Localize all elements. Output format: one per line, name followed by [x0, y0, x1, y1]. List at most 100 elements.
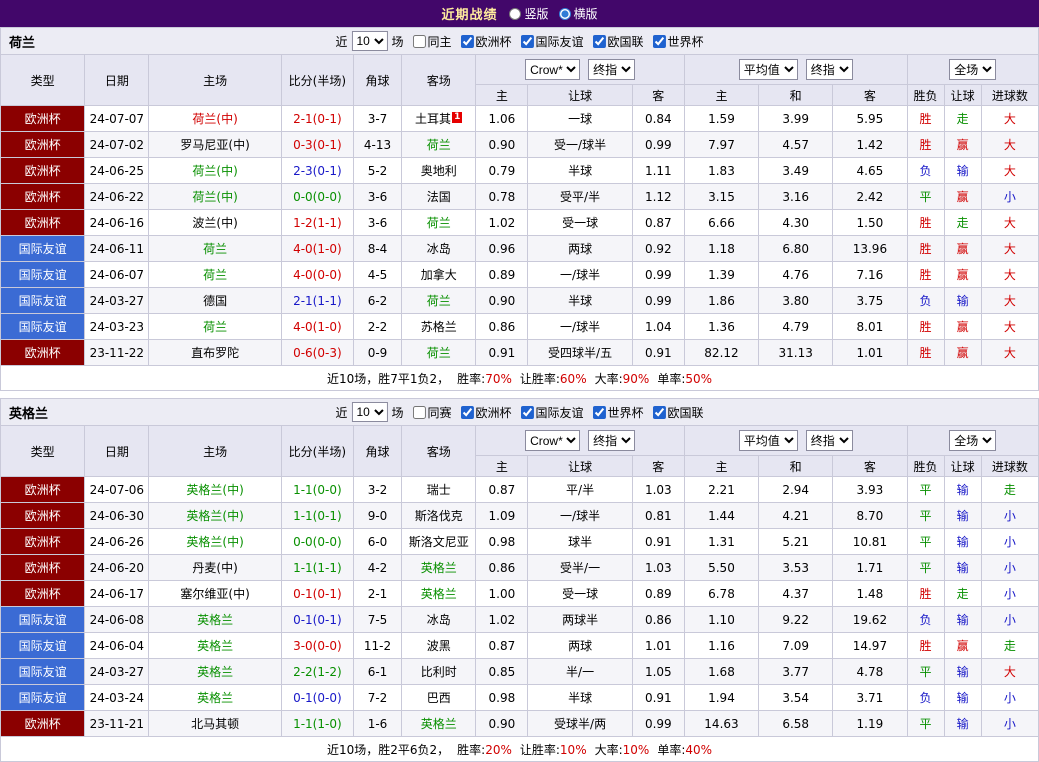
asia-home-odds-cell: 0.90 [475, 131, 529, 158]
euro-away-odds-cell: 8.70 [832, 502, 908, 529]
competition-cell: 欧洲杯 [0, 528, 86, 555]
league-filter[interactable]: 欧国联 [652, 404, 704, 421]
league-filter[interactable]: 国际友谊 [520, 404, 584, 421]
layout-radio-input[interactable] [509, 7, 522, 20]
goals-result-cell: 大 [980, 658, 1039, 685]
league-filter-checkbox[interactable] [592, 34, 606, 48]
col-header-score: 比分(半场) [280, 425, 354, 477]
layout-radio-horizontal[interactable]: 横版 [558, 5, 598, 22]
asia-handicap-cell: 半/一 [527, 658, 633, 685]
euro-away-odds-cell: 4.65 [832, 157, 908, 184]
euro-away-odds-cell: 7.16 [832, 261, 908, 288]
match-row: 欧洲杯 24-06-20 丹麦(中) 1-1(1-1) 4-2 英格兰 0.86 受半/一 1.… [0, 554, 1039, 581]
corners-cell: 6-1 [352, 658, 403, 685]
outcome-result-cell: 胜 [906, 339, 945, 366]
asia-period-select[interactable]: 终指 [588, 430, 636, 451]
competition-cell: 欧洲杯 [0, 209, 86, 236]
team-section: 英格兰近 10 场同赛 欧洲杯 国际友谊 世界杯 欧国联 类型 日期 主场 比分(半场) 角球 客场 Cr… [0, 398, 1039, 762]
stat-value: 20% [485, 742, 512, 757]
asia-away-odds-cell: 1.01 [631, 632, 685, 659]
col-header-asia-handicap: 让球 [527, 84, 633, 106]
asia-handicap-cell: 一/球半 [527, 261, 633, 288]
league-filter[interactable]: 欧洲杯 [460, 33, 512, 50]
date-cell: 24-06-22 [84, 183, 150, 210]
league-filter[interactable]: 世界杯 [652, 33, 704, 50]
asia-home-odds-cell: 0.85 [475, 658, 529, 685]
league-filter-checkbox[interactable] [652, 405, 666, 419]
away-team-cell: 荷兰 [401, 209, 477, 236]
handicap-result-cell: 输 [943, 476, 982, 503]
match-row: 欧洲杯 24-06-17 塞尔维亚(中) 0-1(0-1) 2-1 英格兰 1.00 受一球 0… [0, 580, 1039, 607]
asia-home-odds-cell: 0.87 [475, 632, 529, 659]
corners-cell: 1-6 [352, 710, 403, 737]
asia-away-odds-cell: 0.87 [631, 209, 685, 236]
euro-away-odds-cell: 1.50 [832, 209, 908, 236]
euro-away-odds-cell: 4.78 [832, 658, 908, 685]
asia-provider-select[interactable]: Crow* [525, 430, 581, 451]
date-cell: 24-06-16 [84, 209, 150, 236]
outcome-result-cell: 负 [906, 684, 945, 711]
scope-select[interactable]: 全场 [949, 59, 997, 80]
table-body: 欧洲杯 24-07-06 英格兰(中) 1-1(0-0) 3-2 瑞士 0.87 平/半 1.0… [0, 476, 1039, 737]
same-filter-checkbox[interactable] [412, 34, 426, 48]
corners-cell: 9-0 [352, 502, 403, 529]
league-filter-checkbox[interactable] [520, 405, 534, 419]
home-team-cell: 荷兰(中) [148, 105, 282, 132]
col-header-euro-draw: 和 [758, 455, 834, 477]
match-count-select[interactable]: 10 [351, 402, 388, 422]
league-filter-checkbox[interactable] [460, 34, 474, 48]
table-foot: 近10场，胜7平1负2， 胜率:70% 让胜率:60% 大率:90% 单率:50% [0, 365, 1039, 391]
euro-period-select[interactable]: 终指 [805, 59, 853, 80]
home-team-cell: 英格兰(中) [148, 476, 282, 503]
scope-select[interactable]: 全场 [949, 430, 997, 451]
col-header-asia-handicap: 让球 [527, 455, 633, 477]
same-filter[interactable]: 同赛 [412, 404, 451, 421]
away-team-cell: 冰岛 [401, 235, 477, 262]
home-team-cell: 德国 [148, 287, 282, 314]
same-filter-label: 同主 [427, 34, 452, 49]
match-count-select[interactable]: 10 [351, 31, 388, 51]
asia-away-odds-cell: 1.03 [631, 476, 685, 503]
asia-home-odds-cell: 0.78 [475, 183, 529, 210]
same-filter-checkbox[interactable] [412, 405, 426, 419]
score-cell: 2-1(1-1) [280, 287, 354, 314]
col-header-result-outcome: 胜负 [906, 455, 945, 477]
layout-radio-input[interactable] [558, 7, 571, 20]
home-team-cell: 北马其顿 [148, 710, 282, 737]
date-cell: 24-03-27 [84, 287, 150, 314]
same-filter[interactable]: 同主 [412, 33, 451, 50]
asia-away-odds-cell: 0.99 [631, 287, 685, 314]
match-row: 欧洲杯 24-07-07 荷兰(中) 2-1(0-1) 3-7 土耳其 1 1.06 一球 0.8… [0, 105, 1039, 132]
asia-handicap-cell: 受半/一 [527, 554, 633, 581]
asia-home-odds-cell: 0.90 [475, 710, 529, 737]
layout-radio-vertical[interactable]: 竖版 [509, 5, 549, 22]
scope-select-cell: 全场 [906, 54, 1039, 85]
away-team-cell: 法国 [401, 183, 477, 210]
stat-label: 单率: [657, 371, 686, 386]
asia-home-odds-cell: 1.06 [475, 105, 529, 132]
league-filter[interactable]: 国际友谊 [520, 33, 584, 50]
league-filter[interactable]: 欧洲杯 [460, 404, 512, 421]
euro-home-odds-cell: 6.78 [683, 580, 760, 607]
corners-cell: 7-5 [352, 606, 403, 633]
league-filter-checkbox[interactable] [460, 405, 474, 419]
asia-home-odds-cell: 1.09 [475, 502, 529, 529]
asia-provider-select[interactable]: Crow* [525, 59, 581, 80]
euro-draw-odds-cell: 4.30 [758, 209, 834, 236]
league-filter-checkbox[interactable] [592, 405, 606, 419]
euro-provider-select[interactable]: 平均值 [738, 430, 798, 451]
date-cell: 24-06-25 [84, 157, 150, 184]
league-filter[interactable]: 欧国联 [592, 33, 644, 50]
home-team-cell: 英格兰 [148, 632, 282, 659]
outcome-result-cell: 平 [906, 502, 945, 529]
league-filter-checkbox[interactable] [652, 34, 666, 48]
outcome-result-cell: 胜 [906, 235, 945, 262]
date-cell: 24-03-27 [84, 658, 150, 685]
asia-period-select[interactable]: 终指 [588, 59, 636, 80]
goals-result-cell: 小 [980, 684, 1039, 711]
euro-provider-select[interactable]: 平均值 [738, 59, 798, 80]
euro-period-select[interactable]: 终指 [805, 430, 853, 451]
league-filter[interactable]: 世界杯 [592, 404, 644, 421]
league-filter-checkbox[interactable] [520, 34, 534, 48]
away-team-cell: 加拿大 [401, 261, 477, 288]
